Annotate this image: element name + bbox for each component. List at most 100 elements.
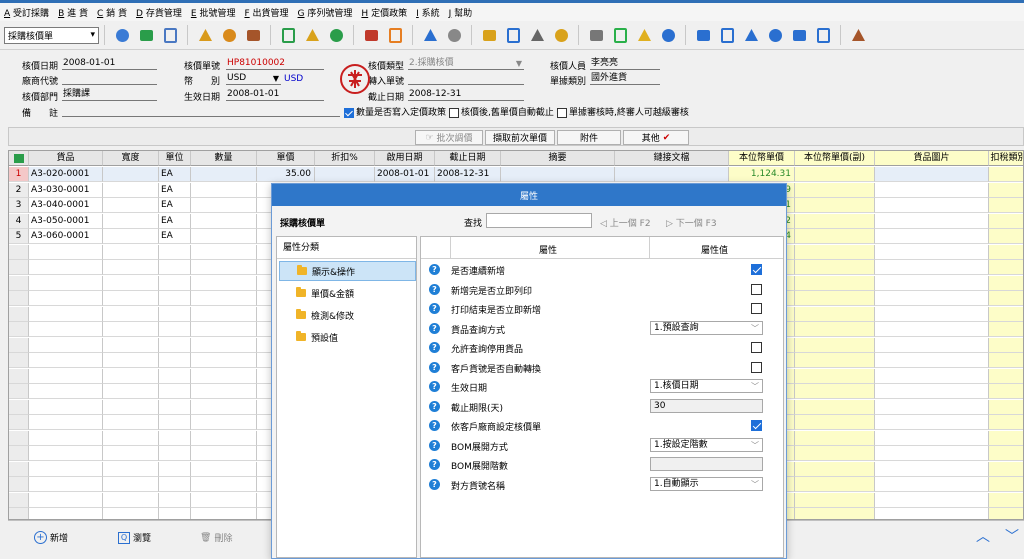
note-field[interactable] [62, 105, 340, 117]
users-icon[interactable] [386, 26, 405, 45]
table-cell[interactable] [159, 368, 191, 384]
property-select[interactable]: 1.預設查詢 ﹀ [650, 320, 763, 335]
money-bag-icon[interactable] [303, 26, 322, 45]
table-cell[interactable] [875, 368, 989, 384]
table-cell[interactable] [103, 430, 159, 446]
help-icon[interactable]: ? [429, 400, 440, 412]
table-cell[interactable] [159, 430, 191, 446]
table-cell[interactable] [795, 508, 875, 519]
table-cell[interactable] [103, 461, 159, 477]
exit-icon[interactable] [849, 26, 868, 45]
table-cell[interactable]: EA [159, 229, 191, 244]
menu-item-e[interactable]: E 批號管理 [191, 6, 236, 19]
table-cell[interactable] [103, 322, 159, 337]
clipboard-icon[interactable] [362, 26, 381, 45]
table-cell[interactable] [29, 399, 103, 415]
table-cell[interactable] [191, 415, 257, 430]
person-field[interactable]: 李亮亮 [590, 58, 660, 70]
help-icon[interactable]: ? [429, 459, 440, 470]
next-button[interactable]: ▷ 下一個 F3 [666, 216, 717, 229]
table-cell[interactable] [875, 260, 989, 275]
folder-icon[interactable] [552, 26, 571, 45]
close-box-icon[interactable] [790, 26, 809, 45]
table-cell[interactable] [989, 446, 1023, 461]
table-cell[interactable]: EA [159, 213, 191, 229]
table-cell[interactable] [159, 291, 191, 306]
table-cell[interactable] [795, 322, 875, 337]
table-cell[interactable] [191, 213, 257, 229]
prev-button[interactable]: ◁ 上一個 F2 [600, 216, 651, 229]
table-cell[interactable] [795, 337, 875, 353]
table-cell[interactable]: A3-020-0001 [29, 167, 103, 182]
home-icon[interactable] [244, 26, 263, 45]
table-cell[interactable] [795, 229, 875, 244]
menu-item-i[interactable]: I 系統 [416, 6, 440, 19]
property-checkbox[interactable] [751, 264, 762, 275]
table-cell[interactable] [875, 461, 989, 477]
table-cell[interactable] [103, 182, 159, 198]
table-cell[interactable] [795, 384, 875, 399]
table-cell[interactable] [29, 306, 103, 322]
table-cell[interactable] [159, 477, 191, 492]
table-cell[interactable] [875, 167, 989, 182]
pricetype-select[interactable]: 2.採購核價 ▼ [408, 58, 524, 70]
table-cell[interactable]: EA [159, 182, 191, 198]
checkbox-auto-cutoff[interactable]: 核價後,舊單價自動截止 [449, 105, 554, 118]
lock-icon[interactable] [196, 26, 215, 45]
menu-item-h[interactable]: H 定價政策 [361, 6, 407, 19]
table-cell[interactable] [875, 198, 989, 213]
table-cell[interactable] [315, 167, 375, 182]
table-cell[interactable] [103, 415, 159, 430]
table-cell[interactable] [29, 291, 103, 306]
property-input[interactable]: 30 [650, 398, 763, 413]
checkbox-skip-review[interactable]: 單據審核時,終審人可越級審核 [557, 105, 689, 118]
table-cell[interactable] [103, 167, 159, 182]
table-cell[interactable]: EA [159, 167, 191, 182]
table-cell[interactable] [989, 384, 1023, 399]
table-cell[interactable] [989, 182, 1023, 198]
table-cell[interactable]: A3-030-0001 [29, 182, 103, 198]
property-select[interactable]: 1.核價日期 ﹀ [650, 379, 763, 393]
network-icon[interactable] [694, 26, 713, 45]
table-cell[interactable] [875, 384, 989, 399]
table-cell[interactable] [795, 399, 875, 415]
help-icon[interactable]: ? [429, 303, 440, 314]
table-cell[interactable] [795, 167, 875, 182]
table-cell[interactable] [159, 260, 191, 275]
property-checkbox[interactable] [751, 420, 762, 431]
table-cell[interactable] [103, 198, 159, 213]
table-cell[interactable] [875, 275, 989, 291]
cart-icon[interactable] [327, 26, 346, 45]
table-cell[interactable] [989, 213, 1023, 229]
dollar-icon[interactable] [279, 26, 298, 45]
table-cell[interactable] [103, 337, 159, 353]
help-icon[interactable]: ? [429, 381, 440, 392]
monitor-icon[interactable] [718, 26, 737, 45]
briefcase-icon[interactable] [220, 26, 239, 45]
copy-icon[interactable] [766, 26, 785, 45]
table-cell[interactable] [191, 353, 257, 368]
table-cell[interactable] [989, 430, 1023, 446]
table-cell[interactable] [29, 322, 103, 337]
table-cell[interactable] [29, 337, 103, 353]
source-field[interactable] [408, 73, 524, 85]
table-cell[interactable] [103, 508, 159, 519]
currency-select[interactable]: USD ▼ [226, 73, 281, 85]
tree-item[interactable]: 顯示&操作 [279, 261, 416, 281]
help-icon[interactable]: ? [429, 361, 440, 373]
help-icon[interactable]: ? [429, 322, 440, 334]
property-checkbox[interactable] [751, 283, 762, 295]
table-cell[interactable] [795, 198, 875, 213]
document-icon[interactable] [587, 26, 606, 45]
table-cell[interactable] [191, 337, 257, 353]
table-cell[interactable] [191, 508, 257, 519]
table-cell[interactable] [159, 337, 191, 353]
table-cell[interactable] [875, 446, 989, 461]
table-cell[interactable] [103, 399, 159, 415]
table-cell[interactable] [191, 260, 257, 275]
property-input[interactable] [650, 457, 763, 471]
table-cell[interactable] [875, 306, 989, 322]
menu-item-b[interactable]: B 進 貨 [58, 6, 88, 19]
category-field[interactable]: 國外進貨 [590, 73, 660, 85]
date-field[interactable]: 2008-01-01 [62, 58, 157, 70]
